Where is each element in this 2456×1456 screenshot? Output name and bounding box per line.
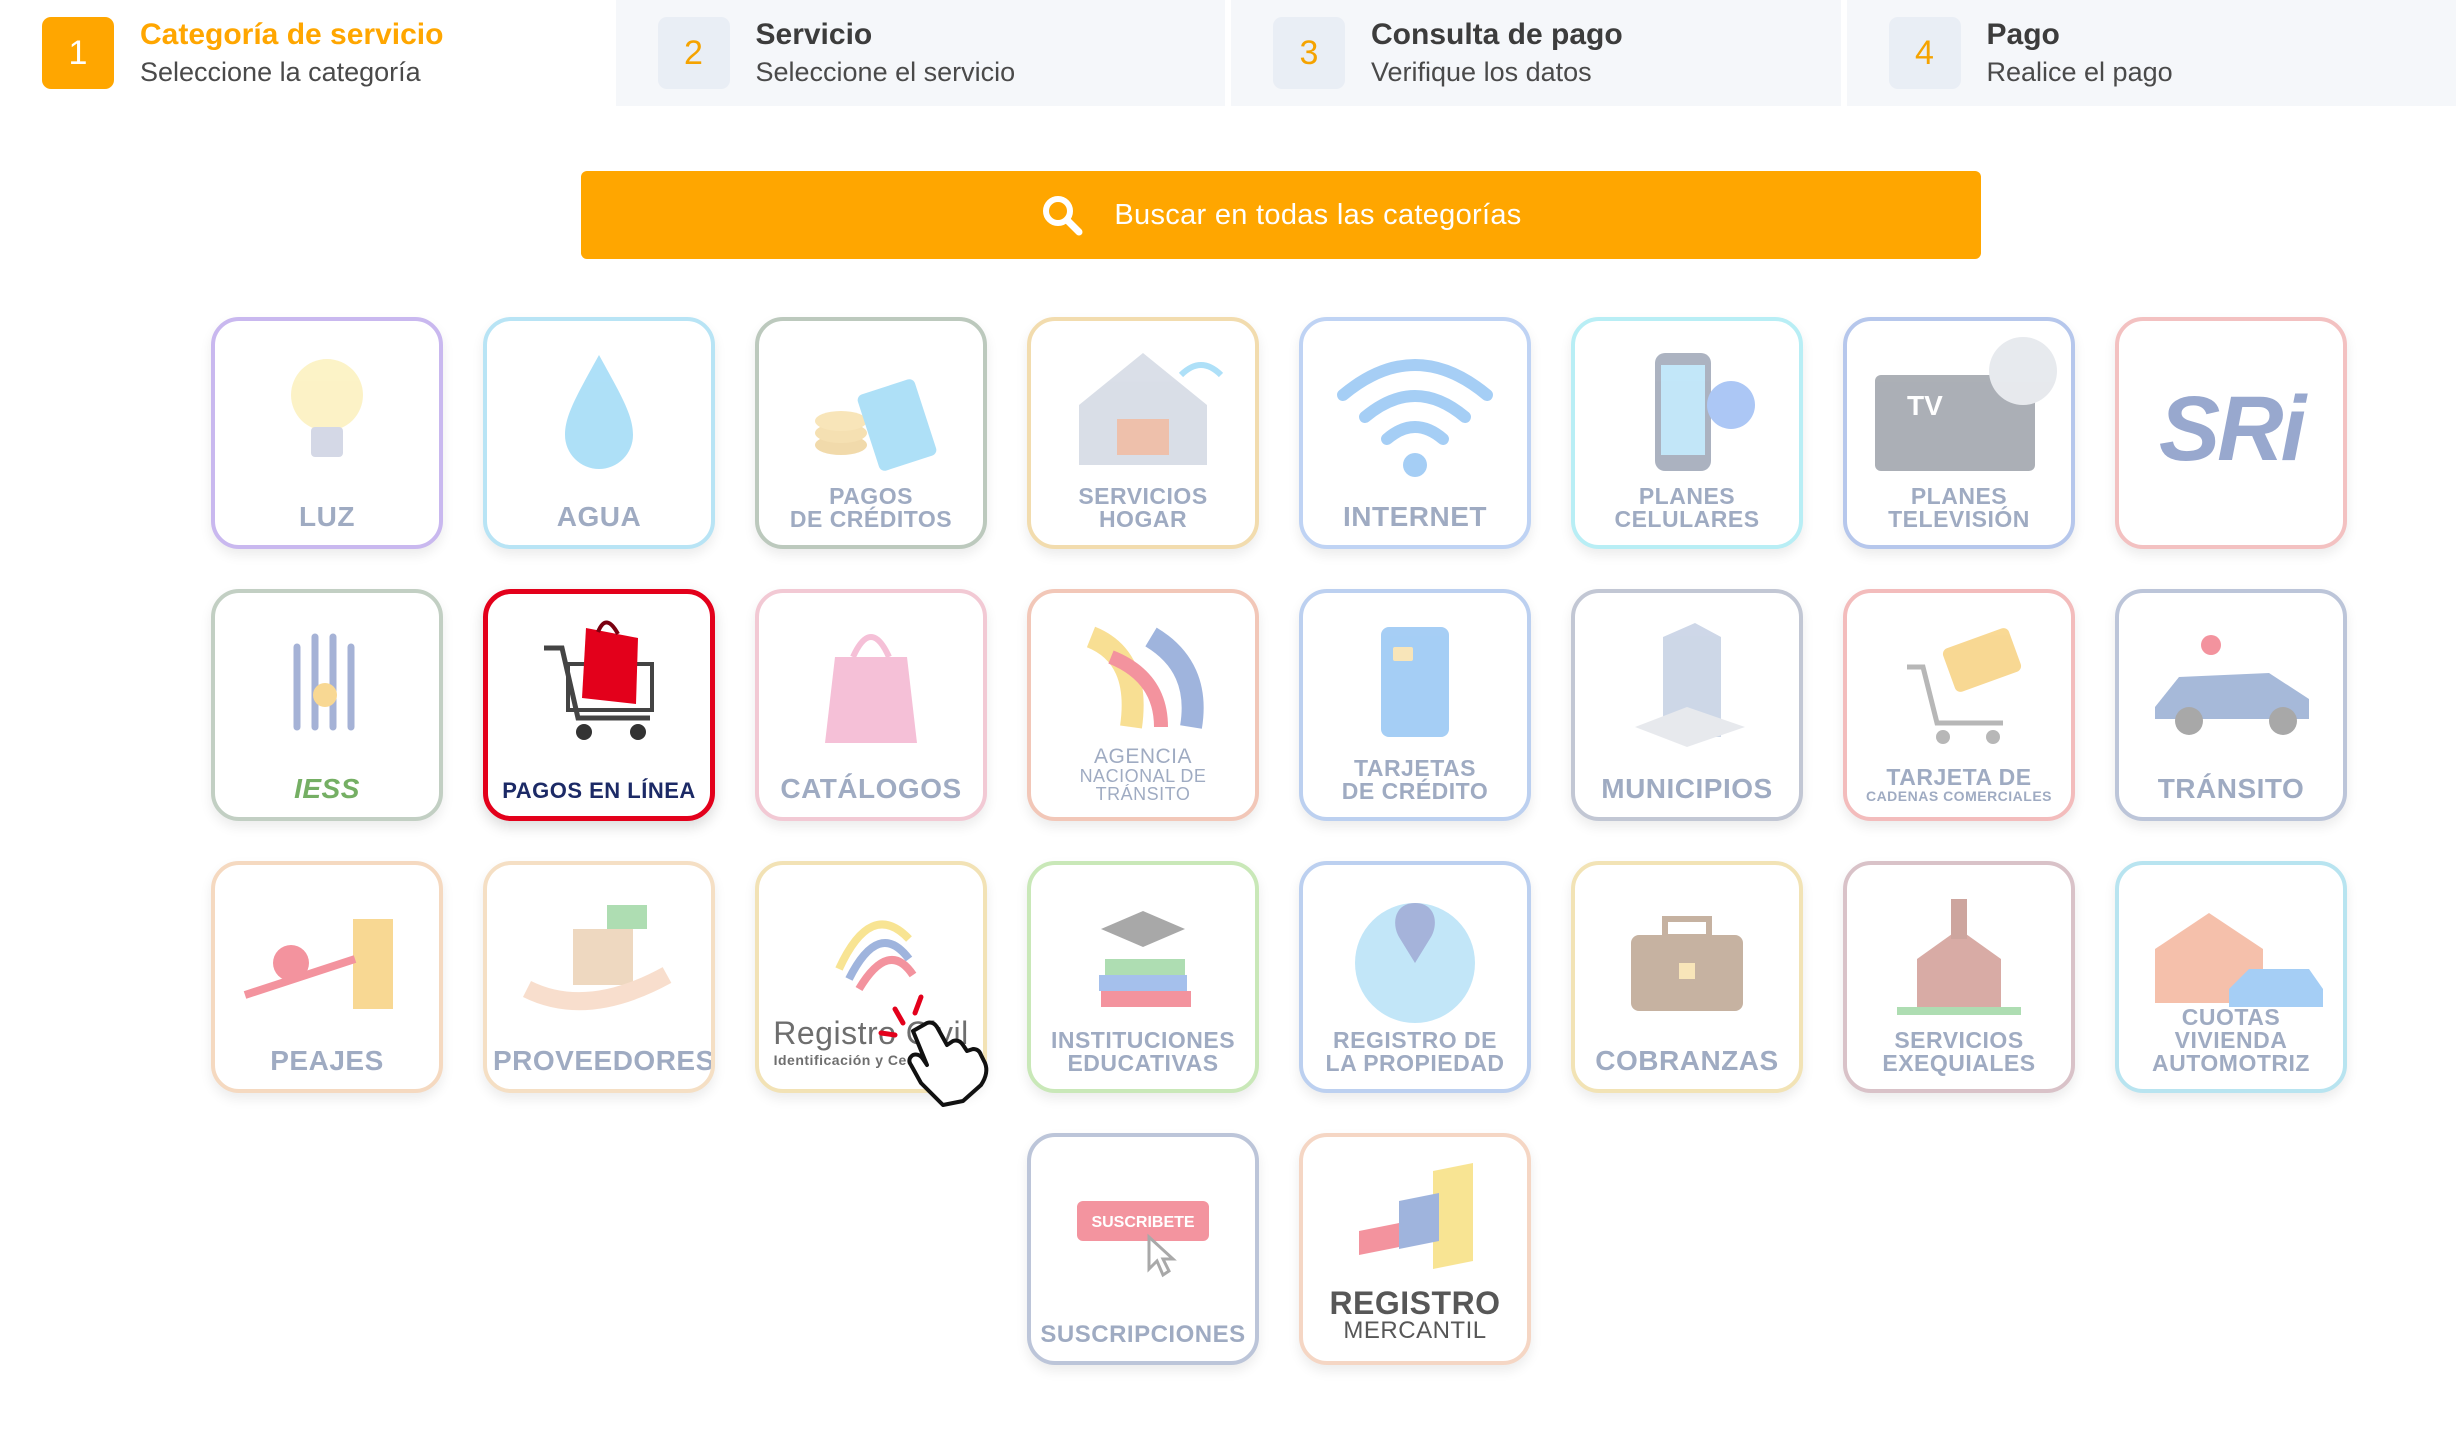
step-2-servicio[interactable]: 2 Servicio Seleccione el servicio	[615, 0, 1225, 106]
step-number: 4	[1888, 17, 1961, 89]
cart-card-icon	[1907, 628, 2022, 744]
category-sri[interactable]: SRi	[2115, 317, 2347, 549]
step-3-consulta[interactable]: 3 Consulta de pago Verifique los datos	[1231, 0, 1841, 106]
step-number: 3	[1273, 17, 1345, 89]
category-label: CATÁLOGOS	[780, 773, 962, 804]
category-luz[interactable]: LUZ	[211, 317, 443, 549]
category-label: INSTITUCIONES EDUCATIVAS	[1050, 1027, 1236, 1076]
step-title: Categoría de servicio	[140, 17, 444, 51]
tv-satellite-icon: TV	[1875, 337, 2057, 471]
category-label: TRÁNSITO	[2157, 773, 2305, 804]
category-label: PAGOS DE CRÉDITOS	[789, 483, 953, 532]
toll-barrier-icon	[243, 919, 393, 1009]
category-suscripciones[interactable]: SUSCRIBETE SUSCRIPCIONES	[1027, 1133, 1259, 1365]
category-label: PLANES TELEVISIÓN	[1888, 483, 2030, 532]
category-cuotas-vivienda-automotriz[interactable]: CUOTAS VIVIENDA AUTOMOTRIZ	[2115, 861, 2347, 1093]
category-label: MUNICIPIOS	[1601, 773, 1773, 804]
step-number: 1	[42, 17, 114, 89]
category-label: AGUA	[556, 501, 642, 532]
category-registro-civil[interactable]: Registro Civil Identificación y Cedulació…	[755, 861, 987, 1093]
category-servicios-hogar[interactable]: SERVICIOS HOGAR	[1027, 317, 1259, 549]
category-label: TARJETA DE CADENAS COMERCIALES	[1865, 764, 2053, 804]
map-pin-globe-icon	[1355, 903, 1475, 1023]
category-label: PAGOS EN LÍNEA	[502, 778, 696, 803]
checkout-stepper: 1 Categoría de servicio Seleccione la ca…	[0, 0, 2456, 106]
category-label: PEAJES	[270, 1045, 384, 1076]
wifi-icon	[1337, 359, 1493, 477]
step-number: 2	[657, 17, 730, 89]
building-icon	[1635, 623, 1745, 747]
category-label: REGISTRO MERCANTIL	[1329, 1285, 1501, 1344]
registro-mercantil-logo	[1359, 1163, 1473, 1269]
category-instituciones-educativas[interactable]: INSTITUCIONES EDUCATIVAS	[1027, 861, 1259, 1093]
search-icon	[1043, 196, 1083, 236]
credit-card-icon	[1381, 627, 1449, 737]
category-label: SUSCRIPCIONES	[1040, 1321, 1246, 1348]
category-tarjetas-de-credito[interactable]: TARJETAS DE CRÉDITO	[1299, 589, 1531, 821]
shopping-bag-icon	[825, 634, 917, 743]
category-label: SERVICIOS EXEQUIALES	[1882, 1027, 2036, 1076]
category-agua[interactable]: AGUA	[483, 317, 715, 549]
category-agencia-nacional-transito[interactable]: AGENCIA NACIONAL DE TRÁNSITO	[1027, 589, 1259, 821]
category-label: TARJETAS DE CRÉDITO	[1341, 755, 1489, 804]
chapel-icon	[1897, 899, 2021, 1015]
step-1-categoria[interactable]: 1 Categoría de servicio Seleccione la ca…	[0, 0, 610, 106]
category-label: SERVICIOS HOGAR	[1078, 483, 1208, 532]
category-cobranzas[interactable]: COBRANZAS	[1571, 861, 1803, 1093]
svg-text:TV: TV	[1907, 390, 1943, 421]
step-subtitle: Seleccione la categoría	[140, 57, 421, 88]
category-planes-television[interactable]: TV PLANES TELEVISIÓN	[1843, 317, 2075, 549]
books-graduation-icon	[1099, 911, 1191, 1007]
step-subtitle: Seleccione el servicio	[755, 57, 1016, 88]
category-label: REGISTRO DE LA PROPIEDAD	[1325, 1027, 1505, 1076]
category-proveedores[interactable]: PROVEEDORES	[483, 861, 715, 1093]
category-registro-mercantil[interactable]: REGISTRO MERCANTIL	[1299, 1133, 1531, 1365]
category-label: CUOTAS VIVIENDA AUTOMOTRIZ	[2152, 1004, 2310, 1076]
category-planes-celulares[interactable]: PLANES CELULARES	[1571, 317, 1803, 549]
ant-logo	[1086, 626, 1204, 729]
category-label: Registro Civil Identificación y Cedulació…	[773, 1015, 969, 1068]
subscribe-button-icon: SUSCRIBETE	[1077, 1201, 1209, 1278]
category-label: PROVEEDORES	[493, 1045, 715, 1076]
category-pagos-de-creditos[interactable]: PAGOS DE CRÉDITOS	[755, 317, 987, 549]
step-title: Pago	[1986, 17, 2060, 51]
mobile-phone-icon	[1655, 353, 1755, 471]
category-tarjeta-cadenas-comerciales[interactable]: TARJETA DE CADENAS COMERCIALES	[1843, 589, 2075, 821]
category-servicios-exequiales[interactable]: SERVICIOS EXEQUIALES	[1843, 861, 2075, 1093]
water-drop-icon	[565, 355, 633, 469]
category-municipios[interactable]: MUNICIPIOS	[1571, 589, 1803, 821]
fingerprint-icon	[835, 920, 917, 992]
coins-card-icon	[815, 379, 937, 471]
category-label: IESS	[294, 773, 360, 804]
step-4-pago[interactable]: 4 Pago Realice el pago	[1846, 0, 2456, 106]
iess-hands-logo	[293, 633, 355, 731]
category-label: PLANES CELULARES	[1614, 483, 1760, 532]
category-label: AGENCIA NACIONAL DE TRÁNSITO	[1079, 745, 1207, 804]
category-transito[interactable]: TRÁNSITO	[2115, 589, 2347, 821]
category-pagos-en-linea[interactable]: PAGOS EN LÍNEA	[483, 589, 715, 821]
search-placeholder: Buscar en todas las categorías	[1114, 198, 1522, 231]
step-title: Servicio	[755, 17, 873, 51]
category-label: COBRANZAS	[1595, 1045, 1779, 1076]
step-subtitle: Verifique los datos	[1371, 57, 1592, 88]
category-catalogos[interactable]: CATÁLOGOS	[755, 589, 987, 821]
box-hand-icon	[522, 905, 672, 1011]
category-label: LUZ	[299, 501, 355, 532]
briefcase-icon	[1631, 916, 1743, 1011]
house-appliances-icon	[1079, 353, 1224, 465]
shopping-cart-icon	[544, 620, 654, 740]
step-subtitle: Realice el pago	[1986, 57, 2173, 88]
category-peajes[interactable]: PEAJES	[211, 861, 443, 1093]
category-iess[interactable]: IESS	[211, 589, 443, 821]
step-title: Consulta de pago	[1371, 17, 1623, 51]
category-registro-de-la-propiedad[interactable]: REGISTRO DE LA PROPIEDAD	[1299, 861, 1531, 1093]
sri-logo: SRi	[2158, 378, 2306, 480]
svg-text:SUSCRIBETE: SUSCRIBETE	[1091, 1214, 1194, 1231]
lightbulb-icon	[291, 359, 363, 457]
category-label: INTERNET	[1343, 501, 1487, 532]
category-internet[interactable]: INTERNET	[1299, 317, 1531, 549]
category-search-bar[interactable]: Buscar en todas las categorías	[581, 171, 1981, 259]
car-icon	[2155, 635, 2309, 735]
